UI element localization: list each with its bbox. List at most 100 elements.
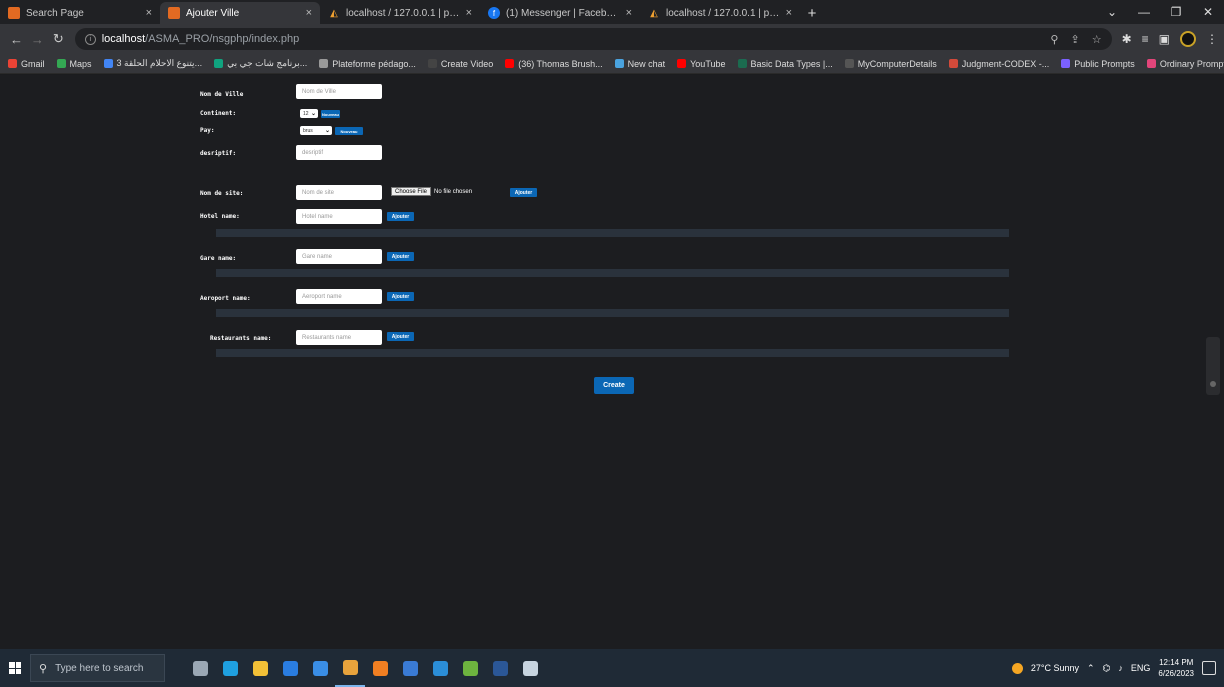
tab-phpmyadmin-1[interactable]: ◭ localhost / 127.0.0.1 | phpMyAdmin ×: [320, 2, 480, 24]
menu-icon[interactable]: ⋮: [1206, 32, 1218, 46]
extensions-icon[interactable]: ✱: [1122, 32, 1132, 46]
zoom-icon[interactable]: ⚲: [1050, 33, 1058, 46]
bookmark-item[interactable]: Maps: [56, 59, 92, 69]
new-tab-button[interactable]: +: [800, 2, 824, 24]
browser-tab-strip: Search Page × Ajouter Ville × ◭ localhos…: [0, 0, 1224, 24]
clock-date: 6/26/2023: [1158, 669, 1194, 678]
forward-arrow-icon[interactable]: →: [27, 28, 48, 50]
volume-icon[interactable]: ♪: [1118, 663, 1123, 673]
word-icon[interactable]: [485, 649, 515, 687]
minimize-icon[interactable]: —: [1128, 0, 1160, 24]
reading-list-icon[interactable]: ≡: [1142, 32, 1149, 46]
back-arrow-icon[interactable]: ←: [6, 28, 27, 50]
language-indicator[interactable]: ENG: [1131, 663, 1151, 673]
bookmark-favicon-icon: [1061, 59, 1071, 68]
taskbar-app-glyph: [372, 660, 388, 676]
taskbar-app-glyph: [342, 659, 358, 675]
page-content: Nom de Ville Nom de Ville Continent: 12 …: [0, 75, 1224, 649]
reload-icon[interactable]: ↻: [48, 28, 69, 50]
weather-text[interactable]: 27°C Sunny: [1031, 663, 1079, 673]
close-icon[interactable]: ×: [626, 7, 632, 19]
app-icon-green[interactable]: [455, 649, 485, 687]
side-extension-panel[interactable]: [1206, 337, 1220, 395]
search-icon: ⚲: [39, 662, 48, 675]
start-button[interactable]: [0, 649, 30, 687]
bookmark-item[interactable]: Create Video: [427, 59, 493, 69]
bookmark-label: YouTube: [690, 58, 726, 69]
close-icon[interactable]: ×: [306, 7, 312, 19]
bookmark-favicon-icon: [677, 59, 687, 68]
bookmark-item[interactable]: MyComputerDetails: [844, 59, 937, 69]
xampp-icon[interactable]: [365, 649, 395, 687]
bookmark-item[interactable]: (36) Thomas Brush...: [505, 59, 603, 69]
star-icon[interactable]: ☆: [1092, 33, 1102, 46]
aeroport-ajouter-button[interactable]: Ajouter: [387, 292, 414, 301]
bookmark-favicon-icon: [505, 59, 515, 68]
chrome-icon[interactable]: [335, 649, 365, 687]
cortana-icon[interactable]: [305, 649, 335, 687]
clock[interactable]: 12:14 PM 6/26/2023: [1158, 657, 1194, 679]
close-icon[interactable]: ×: [466, 7, 472, 19]
paint-icon[interactable]: [515, 649, 545, 687]
tab-label: localhost / 127.0.0.1 | phpMyAdmin: [346, 7, 460, 19]
taskbar-app-glyph: [432, 660, 448, 676]
bookmark-item[interactable]: Plateforme pédago...: [319, 59, 416, 69]
app-icon-blue[interactable]: [395, 649, 425, 687]
create-button[interactable]: Create: [594, 377, 634, 394]
gare-ajouter-button[interactable]: Ajouter: [387, 252, 414, 261]
site-input[interactable]: Nom de site: [296, 185, 382, 200]
bookmark-item[interactable]: Judgment-CODEX -...: [948, 59, 1049, 69]
bookmark-favicon-icon: [319, 59, 329, 68]
pay-select[interactable]: brus ⌄: [300, 126, 332, 135]
taskbar-search-box[interactable]: ⚲ Type here to search: [30, 654, 165, 682]
bookmark-item[interactable]: New chat: [614, 59, 665, 69]
side-panel-icon[interactable]: ▣: [1159, 32, 1170, 46]
file-explorer-icon[interactable]: [245, 649, 275, 687]
bookmark-item[interactable]: Gmail: [8, 59, 45, 69]
restaurants-input[interactable]: Restaurants name: [296, 330, 382, 345]
bookmark-item[interactable]: YouTube: [677, 58, 726, 69]
task-view-icon[interactable]: [185, 649, 215, 687]
choose-file-button[interactable]: Choose File: [391, 187, 432, 196]
vscode-icon[interactable]: [425, 649, 455, 687]
bookmark-item[interactable]: Public Prompts: [1061, 59, 1135, 69]
bookmark-item[interactable]: Basic Data Types |...: [737, 59, 833, 69]
tab-search-page[interactable]: Search Page ×: [0, 2, 160, 24]
descriptif-input[interactable]: desriptif: [296, 145, 382, 160]
aeroport-input[interactable]: Aeroport name: [296, 289, 382, 304]
edge-icon[interactable]: [215, 649, 245, 687]
tab-messenger[interactable]: f (1) Messenger | Facebook ×: [480, 2, 640, 24]
close-icon[interactable]: ×: [146, 7, 152, 19]
info-icon[interactable]: i: [84, 33, 96, 45]
aeroport-list-bar: [216, 309, 1009, 317]
continent-nouveau-button[interactable]: Nouveau: [321, 110, 340, 118]
bookmark-item[interactable]: برنامج شات جي بي...: [214, 58, 307, 69]
gare-input[interactable]: Gare name: [296, 249, 382, 264]
tab-ajouter-ville[interactable]: Ajouter Ville ×: [160, 2, 320, 24]
hotel-ajouter-button[interactable]: Ajouter: [387, 212, 414, 221]
pay-nouveau-button[interactable]: Nouveau: [335, 127, 363, 135]
chevron-down-icon[interactable]: ⌄: [1096, 0, 1128, 24]
continent-label: Continent:: [200, 110, 237, 117]
pay-label: Pay:: [200, 127, 215, 134]
share-icon[interactable]: ⇪: [1070, 33, 1079, 46]
close-icon[interactable]: ×: [786, 7, 792, 19]
close-window-icon[interactable]: ✕: [1192, 0, 1224, 24]
bookmark-item[interactable]: يتنوع الاحلام الحلقة 3...: [103, 58, 202, 69]
tab-phpmyadmin-2[interactable]: ◭ localhost / 127.0.0.1 | phpMyAdmin ×: [640, 2, 800, 24]
site-ajouter-button[interactable]: Ajouter: [510, 188, 537, 197]
bookmark-item[interactable]: Ordinary Prompts f...: [1146, 59, 1224, 69]
hotel-input[interactable]: Hotel name: [296, 209, 382, 224]
restaurants-ajouter-button[interactable]: Ajouter: [387, 332, 414, 341]
taskbar-apps: [185, 649, 545, 687]
ville-input[interactable]: Nom de Ville: [296, 84, 382, 99]
maximize-icon[interactable]: ❐: [1160, 0, 1192, 24]
profile-avatar[interactable]: [1180, 31, 1196, 47]
address-bar[interactable]: i localhost /ASMA_PRO/nsgphp/index.php ⚲…: [74, 28, 1112, 50]
continent-select[interactable]: 12 ⌄: [300, 109, 318, 118]
store-icon[interactable]: [275, 649, 305, 687]
notification-icon[interactable]: [1202, 661, 1216, 675]
aeroport-label: Aeroport name:: [200, 295, 251, 302]
chevron-up-icon[interactable]: ⌃: [1087, 663, 1095, 674]
network-icon[interactable]: ⌬: [1103, 663, 1111, 674]
